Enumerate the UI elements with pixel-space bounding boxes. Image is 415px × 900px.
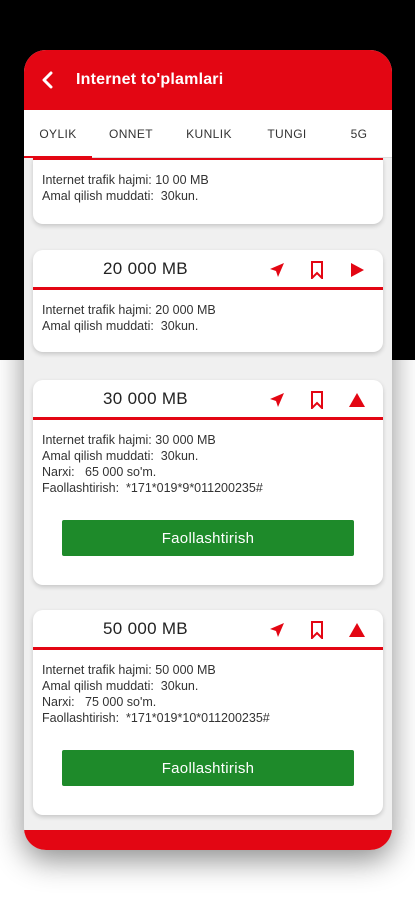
bookmark-icon[interactable] xyxy=(297,380,337,420)
card-details: Internet trafik hajmi: 30 000 MB Amal qi… xyxy=(33,420,383,570)
package-card[interactable]: 50 000 MB Internet trafik hajmi: 50 000 … xyxy=(33,610,383,815)
bottom-navigation-bar[interactable] xyxy=(24,830,392,850)
package-amount: 30 000 MB xyxy=(103,388,188,408)
card-detail-row: Internet trafik hajmi: 10 00 MB xyxy=(42,173,209,187)
bookmark-icon[interactable] xyxy=(297,610,337,650)
bookmark-icon[interactable] xyxy=(297,250,337,290)
card-details: Internet trafik hajmi: 10 00 MB Amal qil… xyxy=(33,160,383,212)
play-right-icon[interactable] xyxy=(337,250,377,290)
tab-onnet[interactable]: ONNET xyxy=(92,110,170,158)
page-title: Internet to'plamlari xyxy=(76,71,224,88)
tab-tungi[interactable]: TUNGI xyxy=(248,110,326,158)
card-details: Internet trafik hajmi: 20 000 MB Amal qi… xyxy=(33,290,383,342)
card-detail-row: Amal qilish muddati: 30kun. xyxy=(42,189,199,203)
card-header[interactable]: 20 000 MB xyxy=(33,250,383,290)
package-card[interactable]: 30 000 MB Internet trafik hajmi: 30 000 … xyxy=(33,380,383,585)
activate-button[interactable]: Faollashtirish xyxy=(62,750,354,786)
package-amount: 50 000 MB xyxy=(103,618,188,638)
triangle-up-icon[interactable] xyxy=(337,380,377,420)
send-icon[interactable] xyxy=(257,250,297,290)
tab-kunlik[interactable]: KUNLIK xyxy=(170,110,248,158)
card-detail-row: Amal qilish muddati: 30kun. xyxy=(42,449,199,463)
package-card: Internet trafik hajmi: 10 00 MB Amal qil… xyxy=(33,158,383,224)
card-detail-row: Internet trafik hajmi: 50 000 MB xyxy=(42,663,216,677)
send-icon[interactable] xyxy=(257,380,297,420)
package-list[interactable]: Internet trafik hajmi: 10 00 MB Amal qil… xyxy=(24,158,392,830)
activate-button[interactable]: Faollashtirish xyxy=(62,520,354,556)
card-detail-row: Internet trafik hajmi: 20 000 MB xyxy=(42,303,216,317)
card-detail-row: Narxi: 65 000 so'm. xyxy=(42,465,157,479)
card-detail-row: Amal qilish muddati: 30kun. xyxy=(42,679,199,693)
card-header[interactable]: 30 000 MB xyxy=(33,380,383,420)
card-actions xyxy=(257,250,377,290)
send-icon[interactable] xyxy=(257,610,297,650)
card-detail-row: Narxi: 75 000 so'm. xyxy=(42,695,157,709)
card-detail-row: Faollashtirish: *171*019*10*011200235# xyxy=(42,711,270,725)
card-detail-row: Amal qilish muddati: 30kun. xyxy=(42,319,199,333)
arrow-left-icon[interactable] xyxy=(34,66,62,94)
tab-oylik[interactable]: OYLIK xyxy=(24,110,92,158)
card-detail-row: Faollashtirish: *171*019*9*011200235# xyxy=(42,481,263,495)
card-detail-row: Internet trafik hajmi: 30 000 MB xyxy=(42,433,216,447)
app-bar: Internet to'plamlari xyxy=(24,50,392,110)
triangle-up-icon[interactable] xyxy=(337,610,377,650)
card-header[interactable]: 50 000 MB xyxy=(33,610,383,650)
card-actions xyxy=(257,610,377,650)
phone-frame: Internet to'plamlari OYLIK ONNET KUNLIK … xyxy=(24,50,392,850)
package-amount: 20 000 MB xyxy=(103,258,188,278)
tab-bar: OYLIK ONNET KUNLIK TUNGI 5G xyxy=(24,110,392,158)
tab-5g[interactable]: 5G xyxy=(326,110,392,158)
card-actions xyxy=(257,380,377,420)
card-details: Internet trafik hajmi: 50 000 MB Amal qi… xyxy=(33,650,383,800)
package-card[interactable]: 20 000 MB Internet trafik hajmi: 20 000 … xyxy=(33,250,383,352)
